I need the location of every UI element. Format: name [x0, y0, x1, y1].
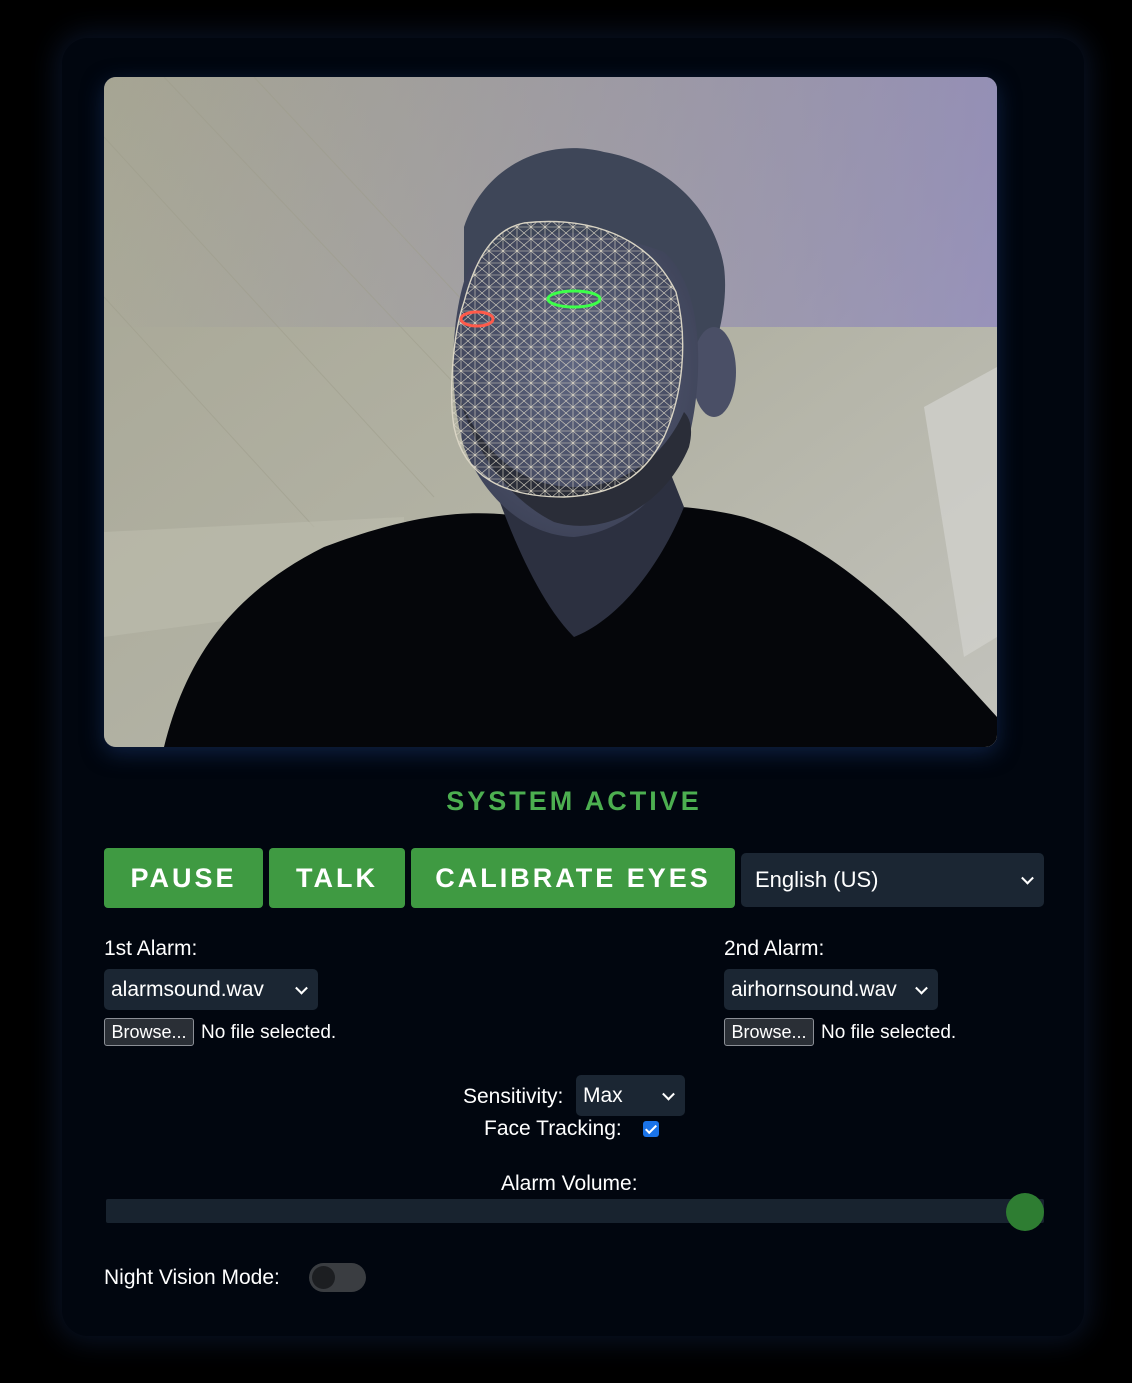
- alarm1-file-status: No file selected.: [201, 1022, 337, 1043]
- camera-feed: [104, 77, 997, 747]
- toggle-knob: [312, 1266, 335, 1289]
- alarm1-browse-button[interactable]: Browse...: [104, 1018, 194, 1046]
- alarm-volume-thumb[interactable]: [1006, 1193, 1044, 1231]
- alarm-volume-slider[interactable]: [106, 1199, 1044, 1223]
- language-select[interactable]: English (US): [741, 853, 1044, 907]
- chevron-down-icon: [1021, 871, 1034, 885]
- alarm2-browse-button[interactable]: Browse...: [724, 1018, 814, 1046]
- night-vision-toggle[interactable]: [309, 1263, 366, 1292]
- talk-button[interactable]: TALK: [269, 848, 405, 908]
- alarm1-select[interactable]: alarmsound.wav: [104, 969, 318, 1010]
- sensitivity-select-value: Max: [583, 1083, 623, 1107]
- alarm2-file-status: No file selected.: [821, 1022, 957, 1043]
- chevron-down-icon: [295, 981, 308, 995]
- sensitivity-label: Sensitivity:: [463, 1085, 564, 1108]
- language-select-value: English (US): [755, 867, 879, 892]
- pause-button[interactable]: PAUSE: [104, 848, 263, 908]
- alarm2-select[interactable]: airhornsound.wav: [724, 969, 938, 1010]
- alarm2-select-value: airhornsound.wav: [731, 977, 897, 1001]
- sensitivity-select[interactable]: Max: [576, 1075, 685, 1116]
- webcam-image: [104, 77, 997, 747]
- calibrate-eyes-button[interactable]: CALIBRATE EYES: [411, 848, 735, 908]
- face-tracking-label: Face Tracking:: [484, 1117, 622, 1140]
- chevron-down-icon: [662, 1087, 675, 1101]
- system-status: SYSTEM ACTIVE: [446, 786, 702, 816]
- alarm1-select-value: alarmsound.wav: [111, 977, 264, 1001]
- night-vision-label: Night Vision Mode:: [104, 1266, 280, 1289]
- check-icon: [644, 1121, 658, 1134]
- face-tracking-checkbox[interactable]: [643, 1121, 659, 1137]
- alarm-volume-label: Alarm Volume:: [501, 1172, 638, 1195]
- alarm2-label: 2nd Alarm:: [724, 937, 825, 960]
- chevron-down-icon: [915, 981, 928, 995]
- alarm1-label: 1st Alarm:: [104, 937, 198, 960]
